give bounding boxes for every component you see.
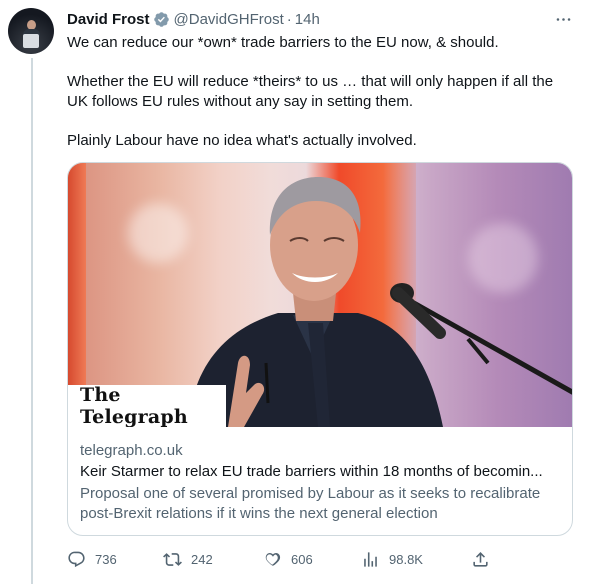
share-icon <box>473 551 488 567</box>
views-count: 98.8K <box>389 551 423 567</box>
card-domain: telegraph.co.uk <box>80 442 183 459</box>
tweet-timestamp[interactable]: 14h <box>295 11 320 28</box>
share-button[interactable] <box>471 548 499 570</box>
tweet-text-line: Plainly Labour have no idea what's actua… <box>67 132 417 149</box>
reply-icon <box>68 551 85 567</box>
retweet-count: 242 <box>191 551 213 567</box>
link-preview-card[interactable]: The Telegraph telegraph.co.uk Keir Starm… <box>67 162 573 536</box>
retweet-icon <box>163 552 182 566</box>
like-icon <box>265 552 281 566</box>
like-button[interactable]: 606 <box>263 548 313 570</box>
tweet-text-line: We can reduce our *own* trade barriers t… <box>67 34 499 51</box>
telegraph-logo: The Telegraph <box>80 384 188 427</box>
card-description: Proposal one of several promised by Labo… <box>80 485 541 522</box>
author-name[interactable]: David Frost <box>67 11 150 28</box>
more-options-icon[interactable] <box>552 9 574 29</box>
tweet-text-line: Whether the EU will reduce *theirs* to u… <box>67 73 554 90</box>
views-icon <box>364 551 377 567</box>
card-logo-box: The Telegraph <box>68 384 226 427</box>
like-count: 606 <box>291 551 313 567</box>
separator-dot: · <box>286 10 292 28</box>
avatar-podium <box>23 34 39 48</box>
reply-button[interactable]: 736 <box>67 548 117 570</box>
card-image[interactable]: The Telegraph <box>68 163 572 427</box>
reply-count: 736 <box>95 551 117 567</box>
thread-line <box>31 58 33 584</box>
verified-badge-icon[interactable] <box>153 11 170 28</box>
tweet-header: David Frost @DavidGHFrost · 14h <box>67 9 320 29</box>
retweet-button[interactable]: 242 <box>163 548 213 570</box>
card-title: Keir Starmer to relax EU trade barriers … <box>80 463 543 480</box>
tweet-actions: 736 242 606 98.8K <box>67 548 507 570</box>
avatar[interactable] <box>8 8 54 54</box>
author-handle[interactable]: @DavidGHFrost <box>174 11 284 28</box>
views-button[interactable]: 98.8K <box>361 548 423 570</box>
tweet-text-line: UK follows EU rules without any say in s… <box>67 93 413 110</box>
